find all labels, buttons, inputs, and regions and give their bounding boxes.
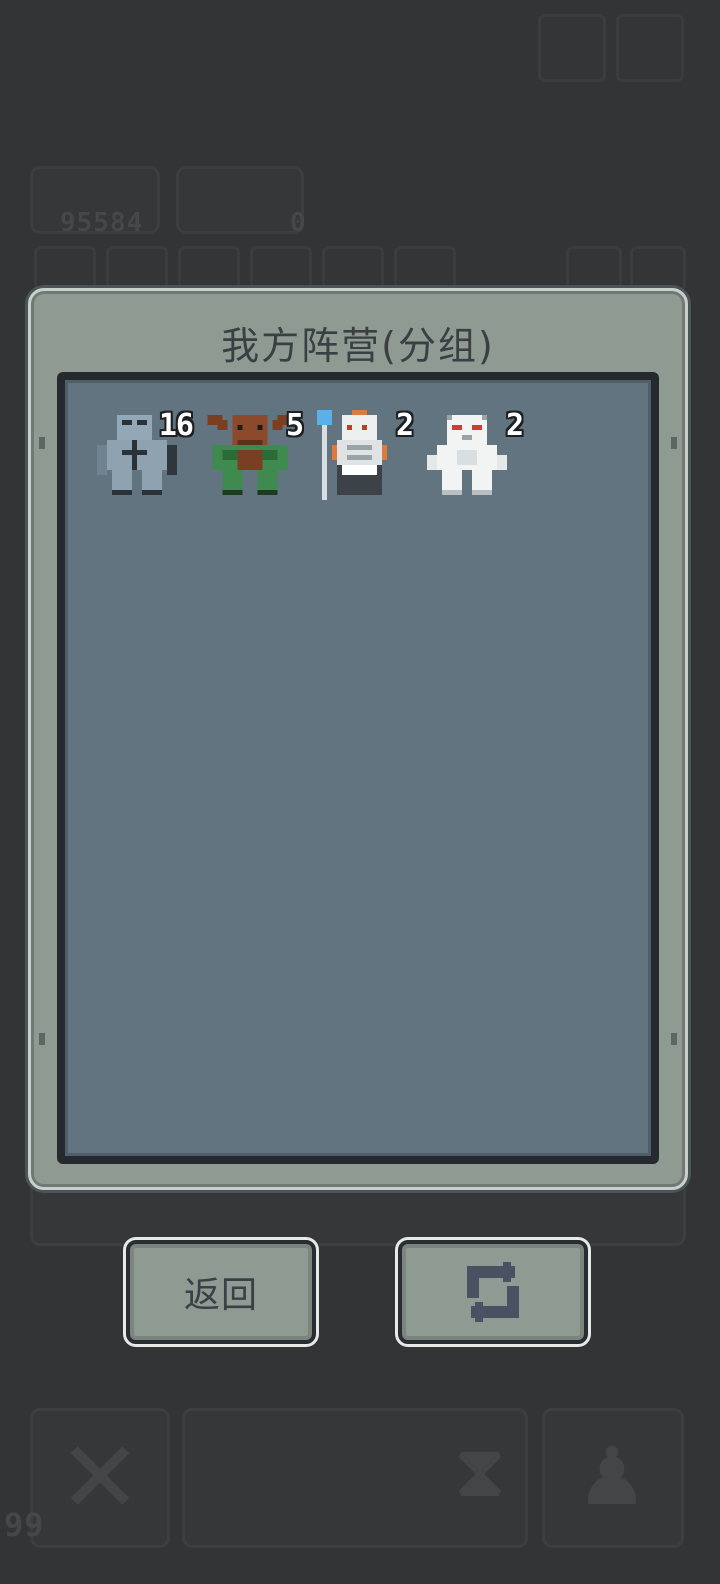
- unit-count: 5: [285, 408, 304, 443]
- menu-button-dimmed: [616, 14, 684, 82]
- unit-white-yeti[interactable]: 2: [423, 404, 524, 500]
- panel-rivet: [671, 437, 677, 449]
- army-group-panel: 我方阵营(分组) 16 5 2 2: [28, 288, 688, 1190]
- swap-arrows-icon: [467, 1262, 519, 1322]
- unit-stone-golem[interactable]: 16: [93, 404, 194, 500]
- unit-count: 16: [158, 408, 194, 443]
- crossed-swords-icon: ✕: [58, 1419, 142, 1536]
- toolbar-slot: [322, 246, 384, 292]
- gem-counter-dimmed: [176, 166, 304, 234]
- gold-amount: 95584: [60, 208, 144, 238]
- swap-button[interactable]: [398, 1240, 588, 1344]
- toolbar-slot: [250, 246, 312, 292]
- toolbar-slot: [34, 246, 96, 292]
- panel-title: 我方阵营(分组): [221, 324, 495, 368]
- panel-rivet: [39, 437, 45, 449]
- minotaur-icon: [207, 415, 293, 495]
- hourglass-icon: ⧗: [455, 1430, 505, 1512]
- gem-amount: 0: [290, 208, 307, 238]
- settings-button-dimmed: [538, 14, 606, 82]
- toolbar-slot: [178, 246, 240, 292]
- toolbar-slot: [394, 246, 456, 292]
- back-button[interactable]: 返回: [126, 1240, 316, 1344]
- panel-rivet: [671, 1033, 677, 1045]
- unit-list-area: 16 5 2 2: [57, 372, 659, 1164]
- pawn-icon: ♟: [576, 1430, 648, 1523]
- unit-minotaur[interactable]: 5: [203, 404, 304, 500]
- unit-skeleton-mage[interactable]: 2: [313, 404, 414, 500]
- white-yeti-icon: [427, 415, 507, 495]
- back-button-label: 返回: [183, 1275, 258, 1316]
- skeleton-mage-icon: [317, 410, 387, 500]
- unit-count: 2: [505, 408, 524, 443]
- unit-count: 2: [395, 408, 414, 443]
- panel-rivet: [39, 1033, 45, 1045]
- toolbar-slot: [106, 246, 168, 292]
- toolbar-slot: [630, 246, 686, 292]
- toolbar-slot: [566, 246, 622, 292]
- bottom-counter: 99: [4, 1506, 45, 1544]
